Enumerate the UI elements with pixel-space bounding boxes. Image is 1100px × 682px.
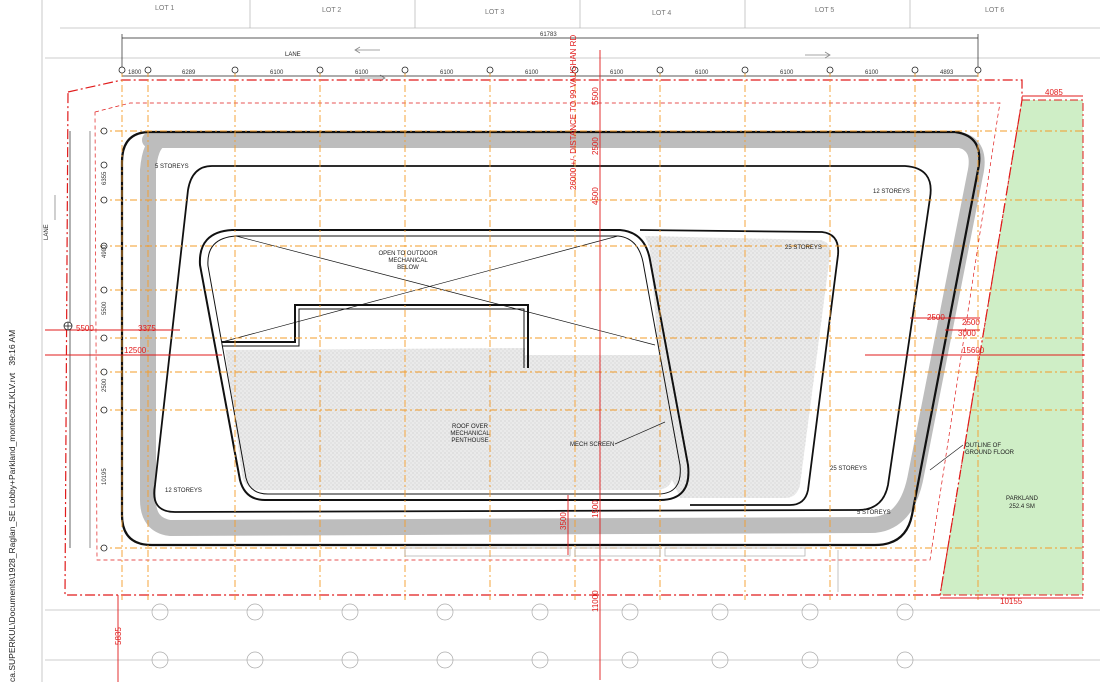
lane-label-left: LANE <box>44 224 50 240</box>
storey-12-bottom: 12 STOREYS <box>165 488 202 494</box>
print-time: 39:16 AM <box>7 329 17 366</box>
dim-seg-2: 6289 <box>182 70 196 76</box>
left-dim-3: 5500 <box>102 301 108 315</box>
setback-2500b: 2500 <box>962 318 980 327</box>
overall-dimension: 61783 <box>540 32 557 38</box>
roof-over-line3: PENTHOUSE <box>451 438 488 444</box>
storey-5-top: 5 STOREYS <box>155 164 189 170</box>
vdim-5500: 5500 <box>591 87 600 105</box>
open-to-outdoor-line2: MECHANICAL <box>388 258 428 264</box>
dim-seg-9: 6100 <box>780 70 794 76</box>
vdim-2500: 2500 <box>591 137 600 155</box>
setback-3375: 3375 <box>138 324 156 333</box>
sheet-path-text: ca.SUPERKUL\Documents\1928_Raglan_SE Lob… <box>2 0 22 682</box>
storey-12-top: 12 STOREYS <box>873 189 910 195</box>
lot-3-label: LOT 3 <box>485 9 504 16</box>
top-dimension-lines <box>121 34 979 77</box>
lot-1-label: LOT 1 <box>155 5 174 12</box>
open-to-outdoor-line3: BELOW <box>397 265 419 271</box>
lot-6-label: LOT 6 <box>985 7 1004 14</box>
vdim-4500: 4500 <box>591 187 600 205</box>
lot-5-label: LOT 5 <box>815 7 834 14</box>
storey-25-bottom: 25 STOREYS <box>830 466 867 472</box>
vdim-11000: 11000 <box>591 590 600 612</box>
mechanical-roof-fill <box>225 348 673 490</box>
dim-seg-5: 6100 <box>440 70 454 76</box>
roof-over-line2: MECHANICAL <box>450 431 490 437</box>
lot-2-label: LOT 2 <box>322 7 341 14</box>
left-dimensions: 6355 4900 5500 2500 10195 <box>102 171 108 485</box>
outline-ground-line1: OUTLINE OF <box>965 443 1001 449</box>
parkland-label: PARKLAND <box>1006 496 1039 502</box>
setback-line <box>94 102 1001 561</box>
file-path: ca.SUPERKUL\Documents\1928_Raglan_SE Lob… <box>7 372 17 682</box>
outline-ground-line2: GROUND FLOOR <box>965 450 1015 456</box>
setback-5500: 5500 <box>76 324 94 333</box>
storey-5-bottom: 5 STOREYS <box>857 510 891 516</box>
site-plan-drawing: LOT 1 LOT 2 LOT 3 LOT 4 LOT 5 LOT 6 LANE… <box>41 0 1100 682</box>
vdim-1500: 1500 <box>591 500 600 518</box>
tower-25-right-fill <box>645 236 831 498</box>
left-dim-4: 2500 <box>102 378 108 392</box>
setback-2500a: 2500 <box>927 313 945 322</box>
lot-4-label: LOT 4 <box>652 10 671 17</box>
streetscape <box>151 547 914 669</box>
mech-screen-label: MECH SCREEN <box>570 442 614 448</box>
outline-ground-leader <box>929 444 964 471</box>
dim-seg-4: 6100 <box>355 70 369 76</box>
dim-seg-11: 4893 <box>940 70 954 76</box>
dim-seg-6: 6100 <box>525 70 539 76</box>
target-icon <box>63 321 73 331</box>
mechanical-opening <box>221 235 656 368</box>
setback-4085: 4085 <box>1045 88 1063 97</box>
setback-10155: 10155 <box>1000 597 1023 606</box>
setback-12500: 12500 <box>124 346 147 355</box>
dim-seg-10: 6100 <box>865 70 879 76</box>
lane-label-top: LANE <box>285 52 301 58</box>
dim-seg-1: 1800 <box>128 70 142 76</box>
left-dim-1: 6355 <box>102 171 108 185</box>
setback-15600: 15600 <box>962 346 985 355</box>
storey-25-top: 25 STOREYS <box>785 245 822 251</box>
open-to-outdoor-line1: OPEN TO OUTDOOR <box>378 251 438 257</box>
left-dim-5: 10195 <box>102 468 108 485</box>
setback-3000: 3000 <box>958 329 976 338</box>
roof-over-line1: ROOF OVER <box>452 424 489 430</box>
dim-seg-7: 6100 <box>610 70 624 76</box>
parkland-area-label: 252.4 SM <box>1009 504 1035 510</box>
dim-seg-8: 6100 <box>695 70 709 76</box>
distance-to-vaughan: 26000 +/- DISTANCE TO 99 VAUGHAN RD <box>569 35 578 190</box>
left-dim-2: 4900 <box>102 244 108 258</box>
dim-seg-3: 6100 <box>270 70 284 76</box>
vdim-3500: 3500 <box>559 512 568 530</box>
setback-5835: 5835 <box>114 627 123 645</box>
